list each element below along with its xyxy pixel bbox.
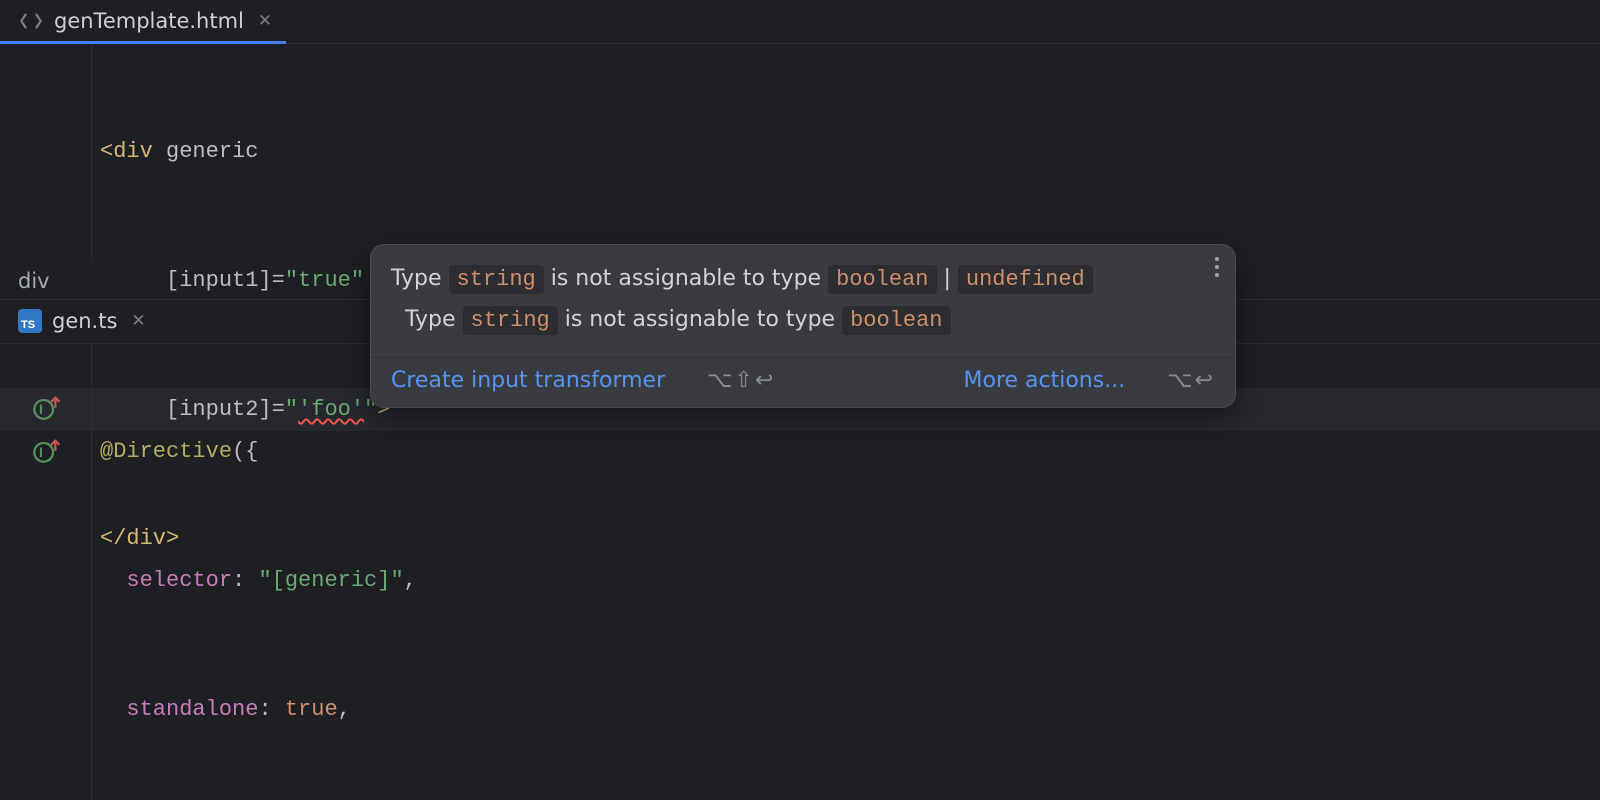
shortcut-label: ⌥↩ <box>1167 368 1215 393</box>
shortcut-label: ⌥⇧↩ <box>707 368 775 393</box>
code-line: @Directive({ <box>100 430 1600 473</box>
kebab-icon[interactable] <box>1215 257 1219 277</box>
diagnostic-line: Type string is not assignable to type bo… <box>391 300 1179 341</box>
diagnostic-line: Type string is not assignable to type bo… <box>391 259 1179 300</box>
code-line: standalone: true, <box>100 688 1600 731</box>
more-actions-link[interactable]: More actions... <box>964 368 1126 393</box>
code-line: selector: "[generic]", <box>100 559 1600 602</box>
editor-top[interactable]: <div generic [input1]="true" [input2]="'… <box>0 44 1600 262</box>
tab-bar-top: genTemplate.html ✕ <box>0 0 1600 44</box>
diagnostic-tooltip: Type string is not assignable to type bo… <box>370 244 1236 408</box>
code-line: <div generic <box>100 130 1600 173</box>
tab-label: genTemplate.html <box>54 9 244 33</box>
quickfix-create-input-transformer[interactable]: Create input transformer <box>391 368 665 393</box>
close-icon[interactable]: ✕ <box>258 11 272 31</box>
html-file-icon <box>18 8 44 34</box>
tab-gentemplate[interactable]: genTemplate.html ✕ <box>0 1 286 44</box>
editor-bottom[interactable]: I I @Directive({ selector: "[generic]", … <box>0 344 1600 800</box>
